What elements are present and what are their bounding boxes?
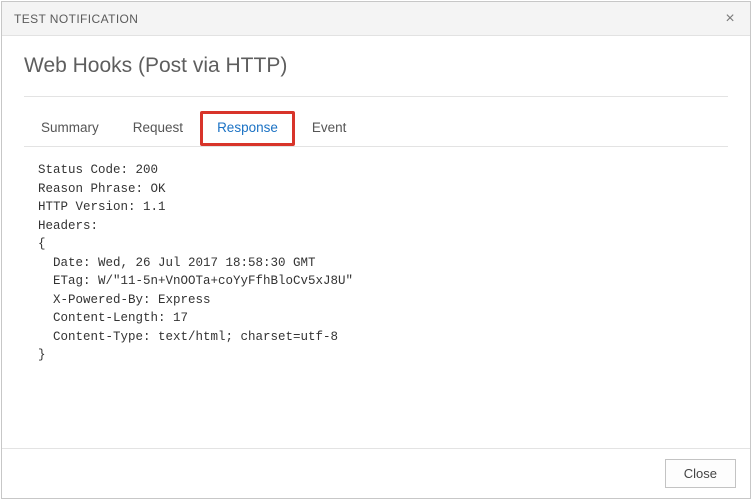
test-notification-dialog: TEST NOTIFICATION × Web Hooks (Post via … [1,1,751,499]
divider [24,96,728,97]
dialog-content: Web Hooks (Post via HTTP) Summary Reques… [2,36,750,448]
dialog-title: TEST NOTIFICATION [14,12,138,26]
tab-request[interactable]: Request [116,111,200,146]
response-body: Status Code: 200 Reason Phrase: OK HTTP … [24,147,728,365]
tab-bar: Summary Request Response Event [24,111,728,147]
close-button[interactable]: Close [665,459,736,488]
dialog-footer: Close [2,448,750,498]
tab-response[interactable]: Response [200,111,295,146]
page-title: Web Hooks (Post via HTTP) [24,54,728,78]
dialog-titlebar: TEST NOTIFICATION × [2,2,750,36]
tab-summary[interactable]: Summary [24,111,116,146]
tab-event[interactable]: Event [295,111,364,146]
close-icon[interactable]: × [720,10,740,28]
